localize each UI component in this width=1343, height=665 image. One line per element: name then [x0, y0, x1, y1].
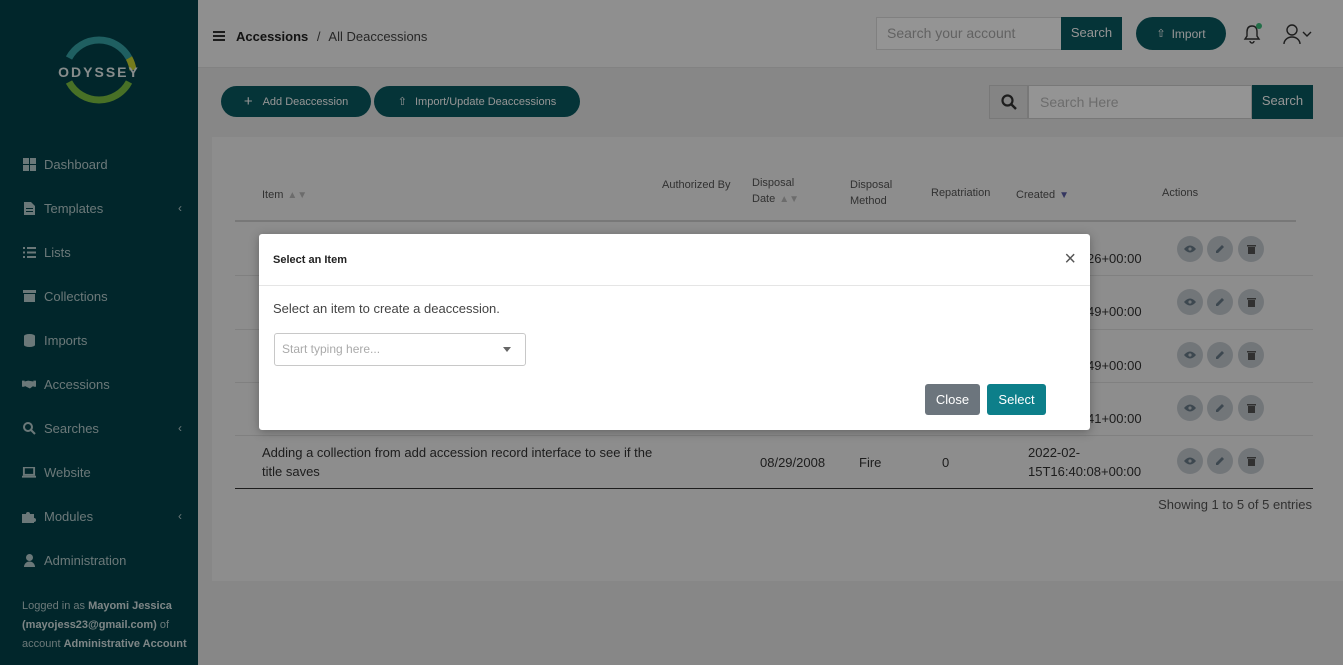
item-select-input[interactable]: Start typing here... [274, 333, 526, 366]
modal-message: Select an item to create a deaccession. [273, 301, 500, 316]
caret-down-icon [503, 347, 511, 352]
close-icon[interactable]: × [1064, 249, 1076, 269]
item-select-placeholder: Start typing here... [282, 342, 381, 356]
select-button[interactable]: Select [987, 384, 1046, 415]
modal-header-divider [259, 285, 1090, 286]
close-button[interactable]: Close [925, 384, 980, 415]
select-item-modal: Select an Item × Select an item to creat… [259, 234, 1090, 430]
modal-title: Select an Item [273, 254, 347, 266]
